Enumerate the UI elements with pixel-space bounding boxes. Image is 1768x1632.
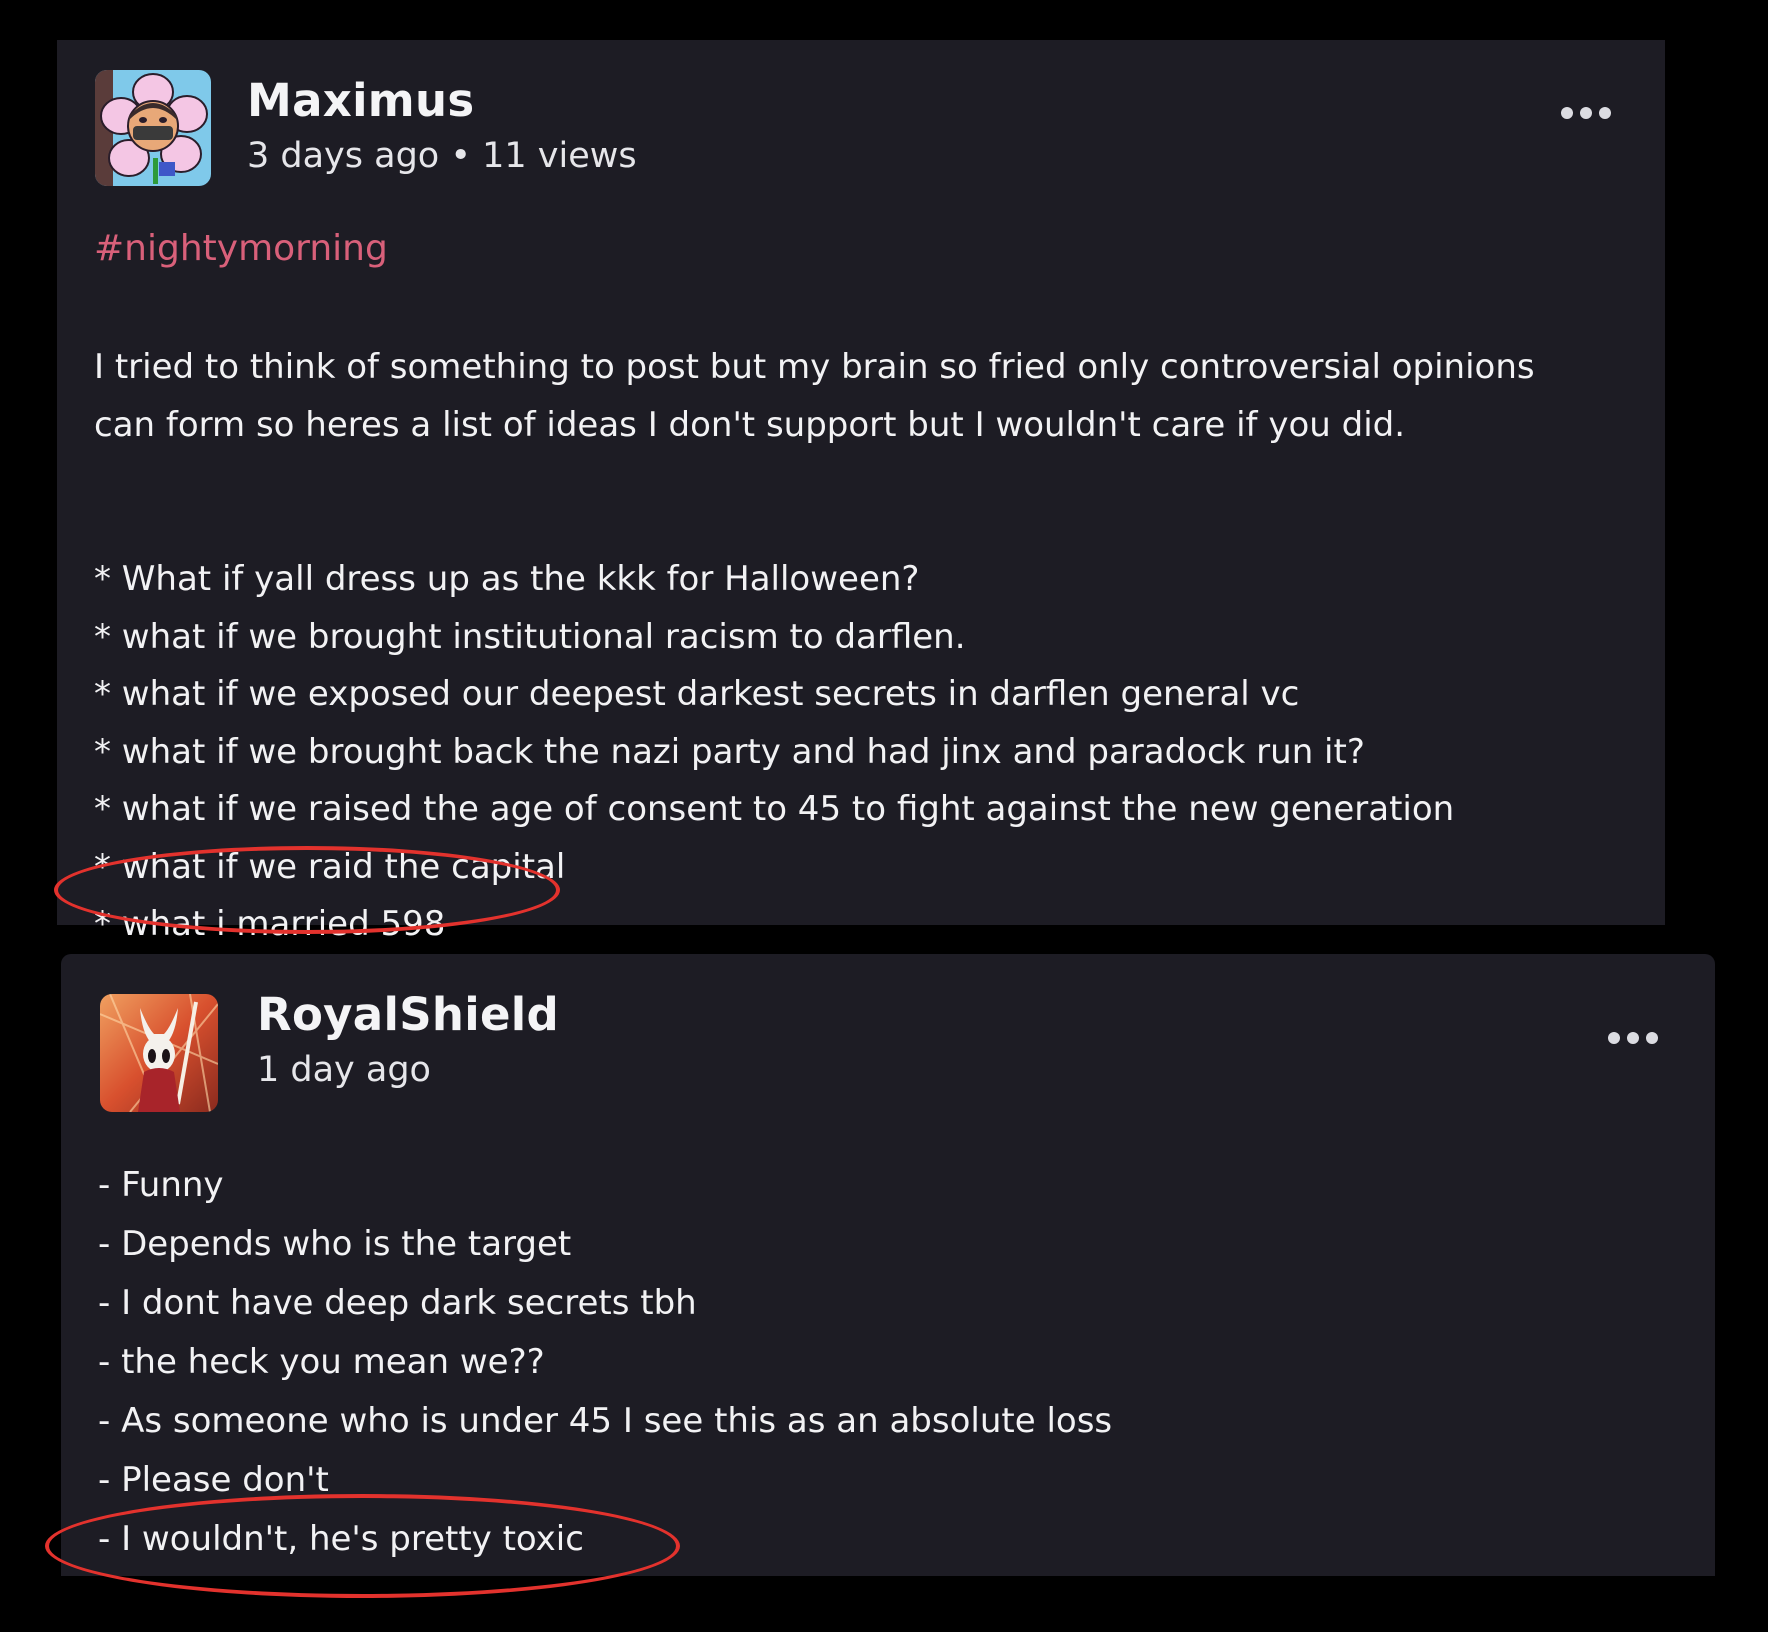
reply-username[interactable]: RoyalShield [257,988,559,1041]
more-options-icon[interactable] [1561,106,1611,120]
reply-answer-item: - I dont have deep dark secrets tbh [98,1283,697,1323]
masked-warrior-avatar-icon[interactable] [100,994,218,1112]
reply-answer-item: - the heck you mean we?? [98,1342,545,1382]
post-idea-item: * what if we brought institutional racis… [94,616,966,657]
reply-meta: 1 day ago [257,1050,431,1090]
post-body: I tried to think of something to post bu… [94,339,1535,454]
highlight-ellipse [54,846,560,934]
post-idea-item: * what if we raised the age of consent t… [94,789,1455,829]
highlight-ellipse [45,1494,680,1598]
post-username[interactable]: Maximus [247,74,474,127]
post-hashtag[interactable]: #nightymorning [94,228,388,269]
post-body-line: I tried to think of something to post bu… [94,347,1535,387]
flower-character-avatar-icon[interactable] [95,70,211,186]
post-idea-item: * what if we exposed our deepest darkest… [94,674,1300,714]
post-meta: 3 days ago • 11 views [247,136,637,176]
post-idea-item: * What if yall dress up as the kkk for H… [94,559,920,599]
more-options-icon[interactable] [1608,1031,1658,1045]
reply-answer-item: - Depends who is the target [98,1224,572,1264]
post-card: Maximus 3 days ago • 11 views #nightymor… [57,40,1665,944]
reply-answer-item: - As someone who is under 45 I see this … [98,1401,1113,1441]
reply-card: RoyalShield 1 day ago - Funny - Depends … [61,954,1715,1576]
post-idea-item: * what if we brought back the nazi party… [94,731,1365,772]
reply-answer-item: - Funny [98,1165,224,1205]
post-body-line: can form so heres a list of ideas I don'… [94,404,1406,445]
